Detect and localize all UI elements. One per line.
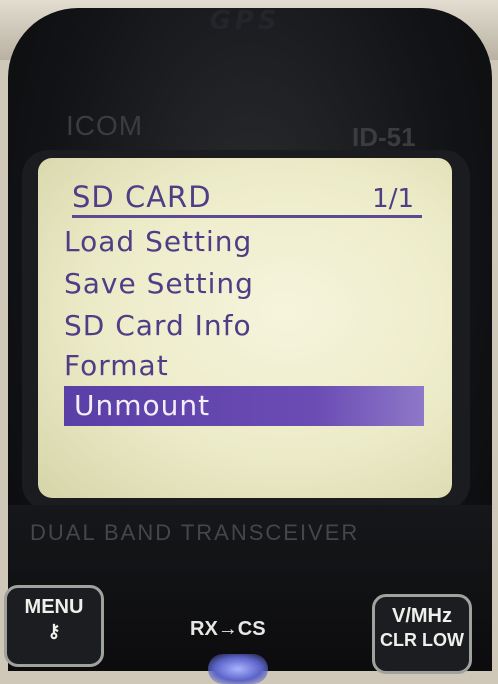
clr-low-label: CLR LOW [380,630,464,650]
lcd-screen: SD CARD 1/1 Load Setting Save Setting SD… [38,158,452,498]
dial-light [208,654,268,684]
menu-item-sd-card-info[interactable]: SD Card Info [64,306,252,346]
menu-item-save-setting[interactable]: Save Setting [64,264,254,304]
page-indicator: 1/1 [372,184,414,214]
menu-key[interactable]: MENU ⚷ [4,585,104,667]
model-label: ID-51 [352,122,416,152]
menu-title: SD CARD [72,180,212,214]
brand-logo: ICOM [66,110,144,141]
v-mhz-key-label: V/MHz [392,605,452,627]
device-subtitle: DUAL BAND TRANSCEIVER [30,520,360,545]
gps-label: GPS [209,6,281,36]
key-lock-icon: ⚷ [47,621,61,641]
menu-key-label: MENU [24,596,84,618]
menu-item-format[interactable]: Format [64,346,169,386]
v-mhz-key[interactable]: V/MHz CLR LOW [372,594,472,674]
menu-item-unmount[interactable]: Unmount [64,386,424,426]
menu-item-load-setting[interactable]: Load Setting [64,222,252,262]
rx-cs-key[interactable]: RX→CS [190,618,266,641]
title-divider [72,215,422,218]
